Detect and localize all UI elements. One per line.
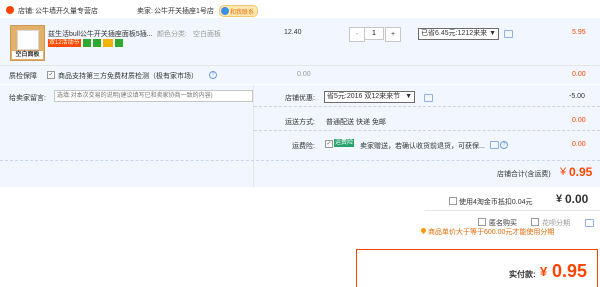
- credit-card-icon: [102, 39, 113, 47]
- coins-value: 0.00: [565, 192, 589, 206]
- message-label: 给卖家留言:: [9, 95, 46, 102]
- insurance-fee: 0.00: [572, 141, 586, 148]
- qty-input[interactable]: [364, 27, 384, 40]
- color-label: 颜色分类:: [157, 31, 187, 38]
- shop-total-currency: ¥: [560, 166, 567, 178]
- shipping-fee: 0.00: [572, 117, 586, 124]
- item-subtotal: 5.95: [572, 29, 586, 36]
- item-tags: 双12活动节: [48, 39, 123, 47]
- store-icon: [6, 6, 14, 14]
- dropdown-arrow-icon: ▼: [489, 30, 497, 37]
- shop-total-value: 0.95: [569, 165, 593, 179]
- seller-label: 卖家:: [137, 8, 153, 15]
- location-pin-icon: [419, 226, 428, 235]
- insurance-text: 卖家赠送，若确认收货前退货，可获保...: [360, 143, 485, 150]
- guarantee-text: 商品支持第三方免费材质检测（极有家市场）: [58, 73, 198, 80]
- insurance-help-icon[interactable]: ?: [500, 141, 508, 149]
- item-discount-select[interactable]: 已省6.45元:1212来来 ▼: [418, 28, 500, 40]
- guarantee-price: 0.00: [297, 71, 311, 78]
- shop-name-link[interactable]: 公牛墙开久量专营店: [35, 6, 98, 16]
- insurance-checkbox[interactable]: ✓: [325, 140, 333, 148]
- qty-plus-button[interactable]: +: [385, 27, 401, 42]
- invoice-icon: [114, 39, 123, 47]
- discount-info-icon[interactable]: [504, 30, 513, 38]
- guarantee-label: 质检保障: [9, 73, 37, 80]
- installment-info-icon[interactable]: [585, 219, 594, 227]
- guarantee-checkbox[interactable]: ✓: [47, 71, 55, 79]
- color-value: 空白面板: [193, 31, 221, 38]
- product-image-icon: [17, 30, 39, 50]
- shop-total-label: 店铺合计(含运费): [497, 171, 551, 178]
- help-icon[interactable]: ?: [209, 71, 217, 79]
- promo-tag: 双12活动节: [48, 39, 81, 47]
- coins-checkbox[interactable]: [449, 197, 457, 205]
- item-thumbnail[interactable]: 空白面板: [10, 25, 45, 61]
- pay-label: 实付款:: [509, 270, 536, 279]
- shop-promo-label: 店铺优惠:: [285, 95, 315, 102]
- insurance-label: 运费险:: [292, 143, 315, 150]
- shipping-method: 普通配送 快递 免邮: [326, 119, 386, 126]
- pay-currency: ¥: [540, 264, 548, 279]
- divider: [254, 130, 600, 131]
- guarantee-icon: [92, 39, 101, 47]
- shipping-label: 运送方式:: [285, 119, 315, 126]
- seven-day-icon: [82, 39, 91, 47]
- qty-minus-button[interactable]: -: [349, 27, 365, 42]
- wangwang-icon: [221, 7, 229, 15]
- unit-price: 12.40: [284, 29, 302, 36]
- dropdown-arrow-icon: ▼: [405, 93, 413, 100]
- installment-note: 商品单价大于等于600.00元才能使用分期: [428, 229, 555, 236]
- contact-seller-button[interactable]: 和我联系: [219, 5, 259, 17]
- insurance-chat-icon[interactable]: [490, 141, 499, 149]
- promo-info-icon[interactable]: [424, 94, 433, 102]
- guarantee-subtotal: 0.00: [572, 71, 586, 78]
- installment-checkbox[interactable]: [531, 218, 539, 226]
- thumb-caption: 空白面板: [12, 51, 43, 59]
- shop-promo-select[interactable]: 省5元:2016 双12来来节 ▼: [324, 91, 416, 103]
- anonymous-checkbox[interactable]: [478, 218, 486, 226]
- message-input[interactable]: [54, 90, 253, 102]
- divider: [254, 106, 600, 107]
- item-title-link[interactable]: 兹生活bull公牛开关插座面板5插...: [48, 29, 153, 39]
- seller-name-link[interactable]: 公牛开关插座1号店: [154, 6, 214, 16]
- coins-currency: ¥: [556, 193, 563, 205]
- shop-promo-value: 省5元:2016 双12来来节: [327, 93, 401, 100]
- divider: [425, 210, 600, 211]
- coins-label: 使用4淘金币抵扣0.04元: [459, 199, 533, 206]
- pay-value: 0.95: [552, 261, 588, 281]
- divider: [0, 160, 600, 161]
- shop-promo-amount: -5.00: [569, 93, 585, 100]
- insurance-badge: 运费险: [334, 139, 355, 147]
- contact-label: 和我联系: [230, 9, 255, 16]
- item-discount-value: 已省6.45元:1212来来: [421, 30, 488, 37]
- divider: [0, 65, 600, 66]
- shop-label: 店铺:: [18, 8, 34, 15]
